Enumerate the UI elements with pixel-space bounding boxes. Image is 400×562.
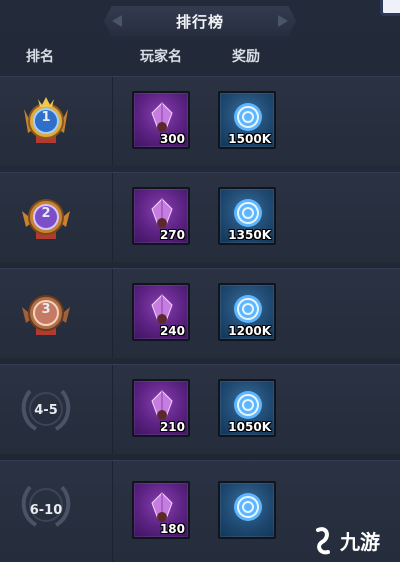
blue-orb-icon (230, 291, 266, 327)
banner-left-ornament (112, 15, 122, 27)
reward-slot-orb[interactable]: 1500K (218, 91, 276, 149)
gem-quantity: 240 (159, 324, 185, 338)
purple-crystal-icon (144, 99, 180, 135)
leaderboard-screen: 排行榜 排名 玩家名 奖励 1 300 1500K 2 270 1350K 3 … (0, 0, 400, 562)
reward-slot-gem[interactable]: 210 (132, 379, 190, 437)
blue-orb-icon (230, 489, 266, 525)
blue-orb-icon (230, 99, 266, 135)
column-header-player: 玩家名 (140, 49, 182, 65)
reward-slot-gem[interactable]: 270 (132, 187, 190, 245)
title-banner: 排行榜 (104, 6, 296, 36)
leaderboard-row: 3 240 1200K (0, 268, 400, 358)
reward-slot-gem[interactable]: 180 (132, 481, 190, 539)
orb-quantity: 1350K (228, 228, 271, 242)
purple-crystal-icon (144, 387, 180, 423)
row-divider (112, 269, 113, 358)
watermark-logo: 九游 (310, 524, 394, 558)
gem-quantity: 210 (159, 420, 185, 434)
leaderboard-row: 2 270 1350K (0, 172, 400, 262)
watermark-text: 九游 (339, 530, 380, 554)
orb-quantity: 1050K (228, 420, 271, 434)
orb-quantity: 1200K (228, 324, 271, 338)
column-header-reward: 奖励 (232, 49, 260, 65)
row-divider (112, 173, 113, 262)
row-divider (112, 77, 113, 166)
gem-quantity: 180 (159, 522, 185, 536)
reward-slot-gem[interactable]: 300 (132, 91, 190, 149)
gem-quantity: 300 (159, 132, 185, 146)
gem-quantity: 270 (159, 228, 185, 242)
rank-label: 4-5 (34, 403, 58, 418)
close-button[interactable] (380, 0, 400, 16)
purple-crystal-icon (144, 195, 180, 231)
blue-orb-icon (230, 387, 266, 423)
reward-slot-orb[interactable]: 1350K (218, 187, 276, 245)
purple-crystal-icon (144, 291, 180, 327)
rank-label: 2 (41, 206, 51, 221)
orb-quantity: 1500K (228, 132, 271, 146)
rank-label: 6-10 (29, 503, 63, 518)
leaderboard-row: 4-5 210 1050K (0, 364, 400, 454)
blue-orb-icon (230, 195, 266, 231)
reward-slot-orb[interactable] (218, 481, 276, 539)
column-header-rank: 排名 (26, 49, 54, 65)
reward-slot-orb[interactable]: 1050K (218, 379, 276, 437)
leaderboard-row: 1 300 1500K (0, 76, 400, 166)
row-divider (112, 461, 113, 562)
page-title: 排行榜 (175, 12, 224, 31)
banner-right-ornament (278, 15, 288, 27)
rank-label: 3 (41, 302, 51, 317)
reward-slot-gem[interactable]: 240 (132, 283, 190, 341)
row-divider (112, 365, 113, 454)
rank-label: 1 (41, 110, 51, 125)
purple-crystal-icon (144, 489, 180, 525)
reward-slot-orb[interactable]: 1200K (218, 283, 276, 341)
